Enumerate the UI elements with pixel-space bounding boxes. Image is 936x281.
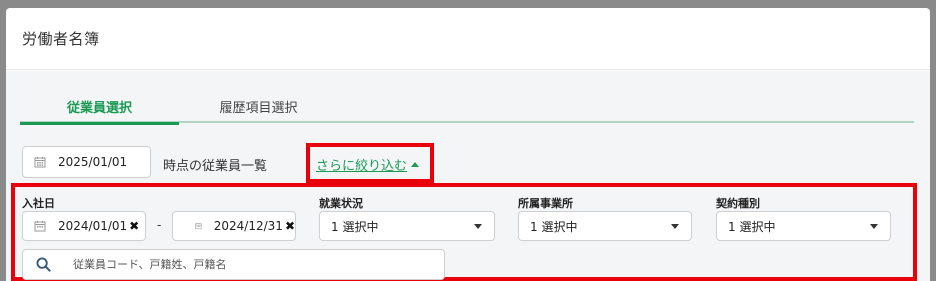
employment-status-select[interactable]: 1 選択中: [319, 211, 495, 241]
hire-date-label: 入社日: [22, 197, 55, 210]
calendar-icon: [195, 223, 202, 230]
hire-date-from-field[interactable]: 2024/01/01 ✖: [22, 211, 146, 241]
employment-status-value: 1 選択中: [331, 219, 379, 234]
clear-icon[interactable]: ✖: [129, 219, 139, 233]
more-filters-label: さらに絞り込む: [316, 159, 408, 174]
chevron-down-icon: [474, 224, 482, 229]
modal-dialog: 労働者名簿 従業員選択 履歴項目選択 2025/01/01 時点の従業員一覧 さ…: [6, 8, 930, 281]
tab-employee-select[interactable]: 従業員選択: [20, 90, 179, 125]
modal-body: 従業員選択 履歴項目選択 2025/01/01 時点の従業員一覧 さらに絞り込む…: [6, 71, 930, 281]
chevron-down-icon: [671, 224, 679, 229]
caret-up-icon: [411, 162, 420, 167]
employee-search-input[interactable]: [73, 258, 403, 271]
calendar-icon: [34, 221, 46, 232]
hire-date-to-field[interactable]: 2024/12/31 ✖: [172, 211, 296, 241]
tab-history-item-select[interactable]: 履歴項目選択: [179, 90, 338, 123]
date-range-separator: -: [157, 218, 162, 232]
more-filters-link[interactable]: さらに絞り込む: [316, 155, 420, 174]
contract-type-label: 契約種別: [716, 197, 760, 210]
employment-status-label: 就業状況: [319, 197, 363, 210]
chevron-down-icon: [870, 224, 878, 229]
modal-header: 労働者名簿: [6, 8, 930, 70]
office-value: 1 選択中: [530, 219, 578, 234]
contract-type-select[interactable]: 1 選択中: [716, 211, 891, 241]
calendar-icon: [34, 157, 46, 168]
as-of-date-value: 2025/01/01: [58, 155, 128, 169]
search-icon: [36, 257, 51, 272]
office-select[interactable]: 1 選択中: [518, 211, 692, 241]
modal-title: 労働者名簿: [22, 30, 100, 48]
hire-date-from-value: 2024/01/01: [58, 219, 128, 233]
tab-bar: 従業員選択 履歴項目選択: [20, 90, 914, 125]
as-of-suffix-label: 時点の従業員一覧: [163, 159, 268, 174]
as-of-date-field[interactable]: 2025/01/01: [22, 146, 151, 178]
hire-date-to-value: 2024/12/31: [213, 219, 283, 233]
office-label: 所属事業所: [518, 197, 573, 210]
clear-icon[interactable]: ✖: [285, 219, 295, 233]
contract-type-value: 1 選択中: [728, 219, 776, 234]
employee-search-box[interactable]: [22, 249, 445, 280]
